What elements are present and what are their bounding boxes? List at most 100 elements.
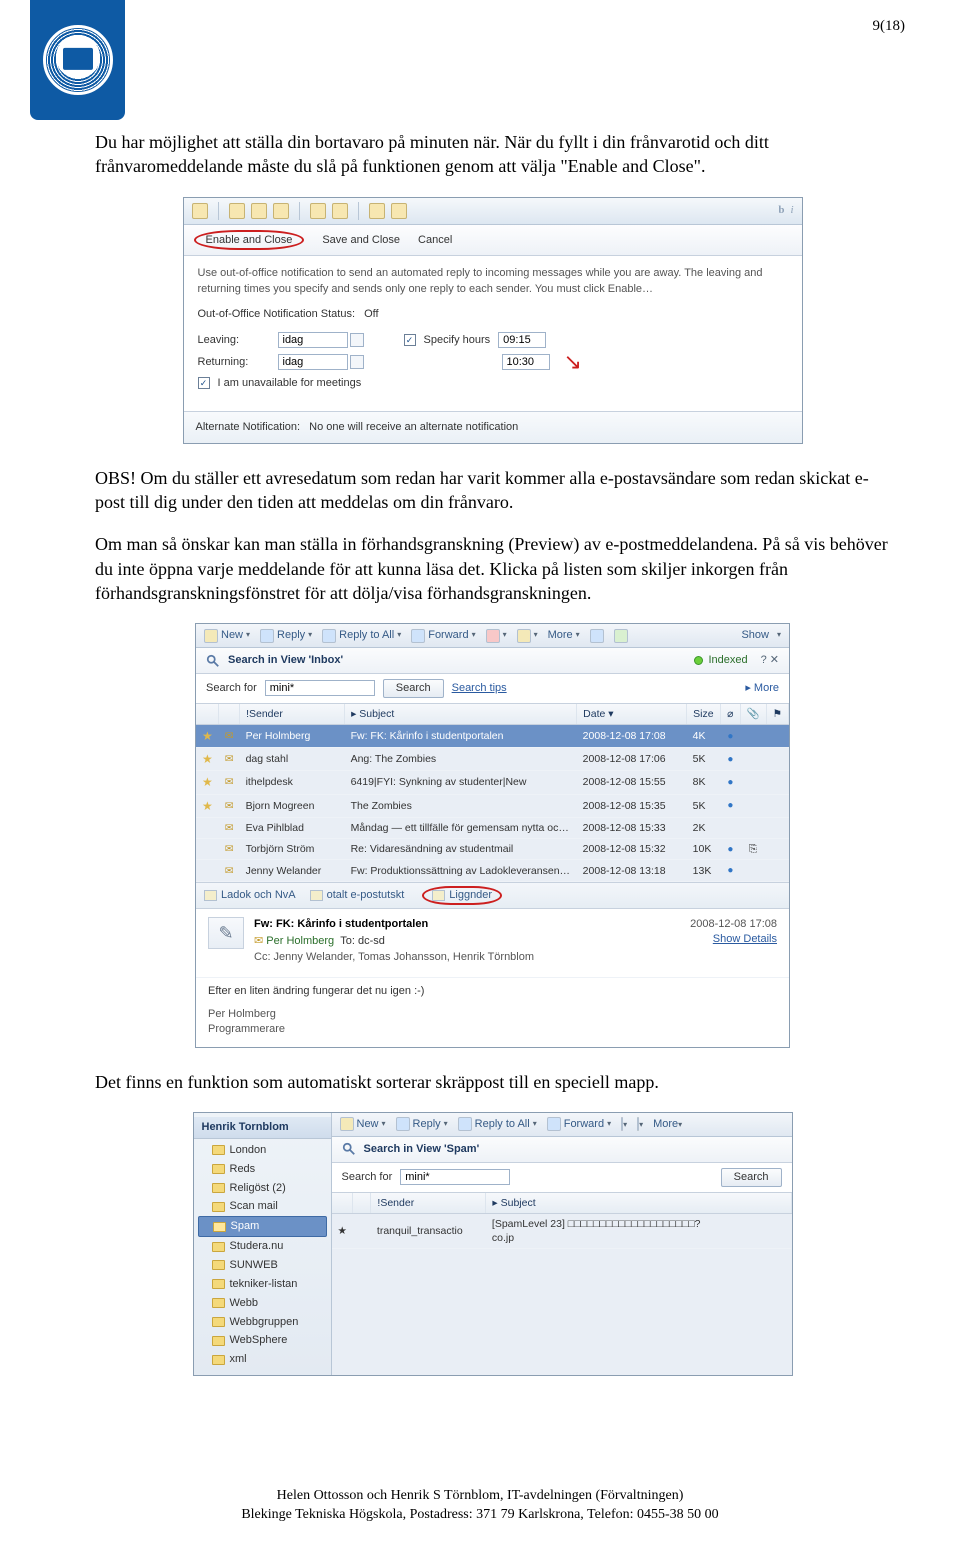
copy-icon[interactable] (251, 203, 267, 219)
new-button[interactable]: New▾ (340, 1117, 386, 1132)
returning-date-input[interactable] (278, 354, 348, 370)
col-size[interactable]: Size (687, 704, 721, 725)
status-icon: ● (727, 777, 733, 788)
sidebar-folder[interactable]: Spam (198, 1216, 327, 1237)
calendar-icon[interactable] (350, 355, 364, 369)
refresh-icon[interactable] (614, 629, 628, 643)
signature-name: Per Holmberg (208, 1007, 777, 1022)
leaving-date-input[interactable] (278, 332, 348, 348)
star-icon: ★ (202, 799, 213, 813)
spam-toolbar: New▾ Reply▾ Reply to All▾ Forward▾ ▾ ▾ M… (332, 1113, 792, 1137)
italic-icon[interactable]: i (790, 203, 793, 218)
returning-label: Returning: (198, 355, 270, 370)
unavailable-checkbox[interactable]: ✓ (198, 377, 210, 389)
footer-line-1: Helen Ottosson och Henrik S Törnblom, IT… (0, 1486, 960, 1506)
table-row[interactable]: ★✉Bjorn MogreenThe Zombies2008-12-08 15:… (196, 794, 789, 817)
sidebar-folder[interactable]: Webb (194, 1294, 331, 1313)
show-button[interactable]: Show (741, 628, 769, 643)
col-flag[interactable] (196, 704, 219, 725)
bold-icon[interactable]: b (778, 203, 784, 218)
tab-epost[interactable]: otalt e-postutskt (310, 888, 405, 903)
reply-all-button[interactable]: Reply to All▾ (458, 1117, 537, 1132)
compose-icon: ✎ (208, 917, 244, 949)
folder-button[interactable]: ▾ (637, 1117, 643, 1132)
table-row[interactable]: ★ tranquil_transactio [SpamLevel 23] □□□… (332, 1213, 792, 1248)
table-row[interactable]: ★✉dag stahlAng: The Zombies2008-12-08 17… (196, 748, 789, 771)
search-button[interactable]: Search (721, 1168, 782, 1187)
spam-search-title: Search in View 'Spam' (332, 1137, 792, 1163)
folder-icon (212, 1260, 225, 1270)
table-row[interactable]: ✉Jenny WelanderFw: Produktionssättning a… (196, 860, 789, 882)
status-icon: ● (727, 865, 733, 876)
search-tips-link[interactable]: Search tips (452, 681, 507, 696)
col-sender[interactable]: !Sender (371, 1193, 486, 1214)
search-input[interactable] (265, 680, 375, 696)
save-and-close-button[interactable]: Save and Close (322, 233, 400, 248)
return-time-input[interactable] (502, 354, 550, 370)
preview-header: ✎ Fw: FK: Kårinfo i studentportalen ✉ Pe… (196, 909, 789, 978)
col-flag2[interactable]: ⚑ (766, 704, 788, 725)
print-icon[interactable] (590, 629, 604, 643)
col-clip[interactable]: 📎 (740, 704, 766, 725)
col-subject[interactable]: ▸ Subject (486, 1193, 791, 1214)
paste-icon[interactable] (273, 203, 289, 219)
flag-button[interactable]: ▾ (486, 629, 507, 643)
col-sender[interactable]: !Sender (240, 704, 345, 725)
more-toggle[interactable]: ▸ More (745, 681, 779, 696)
sidebar-folder[interactable]: London (194, 1141, 331, 1160)
col-subject[interactable]: ▸ Subject (345, 704, 577, 725)
sidebar-folder[interactable]: Religöst (2) (194, 1179, 331, 1198)
preview-subject: Fw: FK: Kårinfo i studentportalen (254, 917, 680, 932)
status-icon: ● (727, 844, 733, 855)
folder-button[interactable]: ▾ (517, 629, 538, 643)
reply-all-button[interactable]: Reply to All▾ (322, 628, 401, 643)
undo-icon[interactable] (310, 203, 326, 219)
forward-button[interactable]: Forward▾ (411, 628, 475, 643)
help-icon[interactable]: ? ✕ (761, 653, 779, 668)
sidebar-folder[interactable]: xml (194, 1350, 331, 1369)
more-button[interactable]: More▾ (548, 628, 580, 643)
reply-button[interactable]: Reply▾ (396, 1117, 448, 1132)
sidebar-folder[interactable]: WebSphere (194, 1331, 331, 1350)
saveas-icon[interactable] (391, 203, 407, 219)
table-row[interactable]: ★✉ithelpdesk6419|FYI: Synkning av studen… (196, 771, 789, 794)
sidebar-folder[interactable]: Scan mail (194, 1197, 331, 1216)
show-details-link[interactable]: Show Details (690, 932, 777, 947)
tab-ladok[interactable]: Ladok och NvA (204, 888, 296, 903)
envelope-icon: ✉ (225, 753, 234, 765)
search-input[interactable] (400, 1169, 510, 1185)
reply-button[interactable]: Reply▾ (260, 628, 312, 643)
table-row[interactable]: ✉Eva PihlbladMåndag — ett tillfälle för … (196, 817, 789, 838)
cut-icon[interactable] (229, 203, 245, 219)
sidebar-folder[interactable]: Webbgruppen (194, 1313, 331, 1332)
preview-from: Per Holmberg (266, 935, 334, 947)
redo-icon[interactable] (332, 203, 348, 219)
sidebar-folder[interactable]: Reds (194, 1160, 331, 1179)
preview-to: To: dc-sd (340, 935, 385, 947)
indexed-label: Indexed (708, 653, 747, 668)
toolbar-icon[interactable] (192, 203, 208, 219)
sidebar-folder[interactable]: Studera.nu (194, 1237, 331, 1256)
table-row[interactable]: ✉Torbjörn StrömRe: Vidaresändning av stu… (196, 838, 789, 860)
sidebar-folder[interactable]: SUNWEB (194, 1256, 331, 1275)
more-button[interactable]: More▾ (653, 1117, 682, 1132)
inbox-toolbar: New▾ Reply▾ Reply to All▾ Forward▾ ▾ ▾ M… (196, 624, 789, 648)
sidebar-folder[interactable]: tekniker-listan (194, 1275, 331, 1294)
screenshot-spam-folder: Henrik Tornblom LondonRedsReligöst (2)Sc… (95, 1112, 890, 1376)
star-icon: ★ (202, 775, 213, 789)
new-button[interactable]: New▾ (204, 628, 250, 643)
envelope-icon: ✉ (225, 800, 234, 812)
save-icon[interactable] (369, 203, 385, 219)
alternate-notification-value: No one will receive an alternate notific… (309, 421, 518, 433)
enable-and-close-button[interactable]: Enable and Close (194, 230, 305, 251)
search-button[interactable]: Search (383, 679, 444, 698)
cancel-button[interactable]: Cancel (418, 233, 452, 248)
col-date[interactable]: Date ▾ (577, 704, 687, 725)
col-attach[interactable]: ⌀ (721, 704, 740, 725)
flag-button[interactable]: ▾ (621, 1117, 627, 1132)
calendar-icon[interactable] (350, 333, 364, 347)
specify-hours-checkbox[interactable]: ✓ (404, 334, 416, 346)
forward-button[interactable]: Forward▾ (547, 1117, 611, 1132)
table-row[interactable]: ★✉Per HolmbergFw: FK: Kårinfo i studentp… (196, 724, 789, 747)
leave-time-input[interactable] (498, 332, 546, 348)
